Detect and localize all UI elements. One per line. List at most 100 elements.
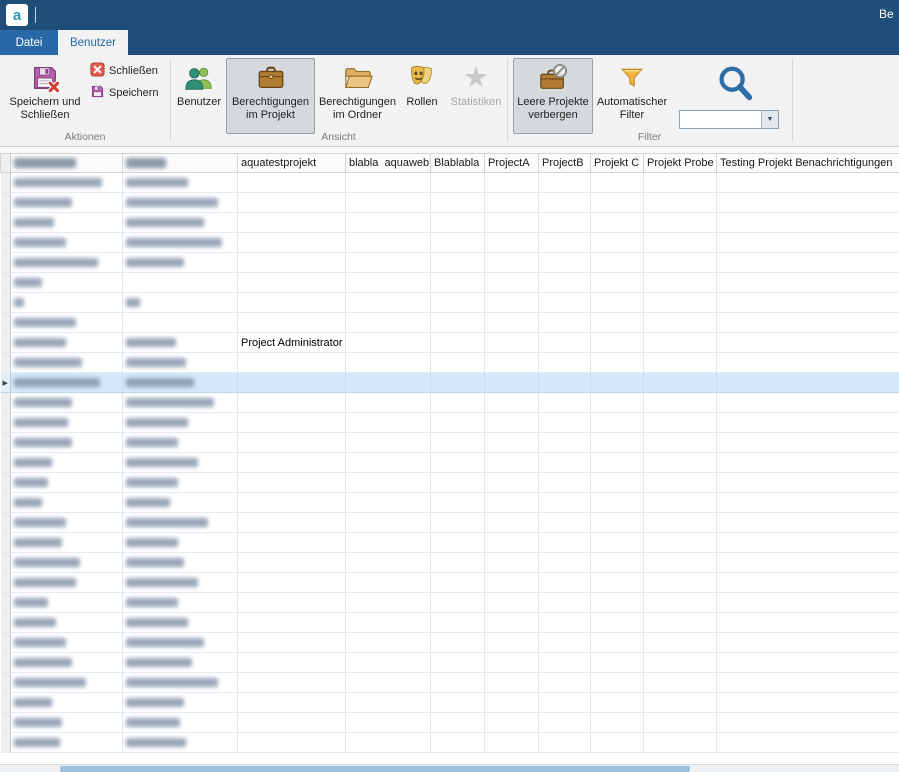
grid-cell[interactable] [591, 713, 644, 733]
grid-cell[interactable] [346, 433, 431, 453]
grid-cell[interactable] [238, 613, 346, 633]
grid-cell[interactable] [644, 573, 717, 593]
grid-cell[interactable] [717, 533, 899, 553]
grid-cell[interactable] [644, 473, 717, 493]
grid-cell[interactable] [431, 653, 485, 673]
grid-cell[interactable] [123, 173, 238, 193]
grid-cell[interactable] [11, 693, 123, 713]
grid-cell[interactable] [539, 353, 591, 373]
grid-cell[interactable] [431, 513, 485, 533]
grid-cell[interactable] [485, 193, 539, 213]
grid-cell[interactable] [346, 173, 431, 193]
grid-cell[interactable] [123, 653, 238, 673]
grid-cell[interactable] [644, 453, 717, 473]
row-indicator[interactable] [1, 533, 11, 553]
grid-cell[interactable] [485, 213, 539, 233]
grid-cell[interactable] [123, 513, 238, 533]
row-indicator[interactable] [1, 253, 11, 273]
grid-cell[interactable] [11, 473, 123, 493]
grid-cell[interactable] [346, 253, 431, 273]
grid-cell[interactable] [431, 573, 485, 593]
grid-cell[interactable] [644, 233, 717, 253]
grid-cell[interactable] [346, 273, 431, 293]
grid-cell[interactable] [717, 293, 899, 313]
grid-cell[interactable] [591, 433, 644, 453]
grid-cell[interactable] [485, 433, 539, 453]
grid-cell[interactable] [717, 233, 899, 253]
grid-cell[interactable] [485, 713, 539, 733]
grid-cell[interactable] [485, 733, 539, 753]
grid-cell[interactable] [346, 713, 431, 733]
grid-cell[interactable] [238, 593, 346, 613]
grid-cell[interactable] [123, 493, 238, 513]
grid-cell[interactable] [539, 333, 591, 353]
grid-cell[interactable] [485, 533, 539, 553]
grid-cell[interactable] [485, 373, 539, 393]
grid-cell[interactable] [591, 333, 644, 353]
grid-cell[interactable] [644, 273, 717, 293]
grid-cell[interactable] [238, 353, 346, 373]
grid-cell[interactable] [11, 213, 123, 233]
grid-cell[interactable] [11, 733, 123, 753]
grid-cell[interactable] [238, 633, 346, 653]
grid-cell[interactable] [431, 193, 485, 213]
grid-cell[interactable] [539, 493, 591, 513]
grid-cell[interactable] [123, 233, 238, 253]
grid-cell[interactable] [238, 473, 346, 493]
hide-empty-projects-button[interactable]: Leere Projekte verbergen [513, 58, 593, 134]
grid-cell[interactable] [591, 393, 644, 413]
grid-cell[interactable] [238, 493, 346, 513]
grid-cell[interactable] [11, 253, 123, 273]
grid-cell[interactable] [644, 713, 717, 733]
grid-cell[interactable] [431, 313, 485, 333]
grid-cell[interactable] [591, 733, 644, 753]
row-indicator[interactable] [1, 513, 11, 533]
grid-cell[interactable] [431, 553, 485, 573]
grid-cell[interactable] [238, 673, 346, 693]
grid-cell[interactable] [485, 673, 539, 693]
grid-cell[interactable] [11, 173, 123, 193]
grid-cell[interactable] [238, 293, 346, 313]
grid-cell[interactable] [591, 593, 644, 613]
row-indicator[interactable] [1, 333, 11, 353]
grid-cell[interactable] [431, 213, 485, 233]
grid-cell[interactable] [644, 673, 717, 693]
grid-cell[interactable] [431, 593, 485, 613]
grid-cell[interactable] [11, 533, 123, 553]
grid-cell[interactable] [431, 173, 485, 193]
grid-cell[interactable] [431, 293, 485, 313]
grid-cell[interactable] [11, 553, 123, 573]
grid-cell[interactable] [11, 393, 123, 413]
grid-cell[interactable] [123, 533, 238, 553]
grid-cell[interactable] [123, 333, 238, 353]
row-indicator[interactable] [1, 193, 11, 213]
grid-cell[interactable] [591, 673, 644, 693]
grid-cell[interactable] [11, 713, 123, 733]
grid-cell[interactable] [539, 573, 591, 593]
row-indicator[interactable] [1, 353, 11, 373]
grid-cell[interactable] [485, 593, 539, 613]
grid-cell[interactable] [238, 733, 346, 753]
row-indicator[interactable] [1, 733, 11, 753]
grid-cell[interactable] [123, 593, 238, 613]
grid-cell[interactable] [717, 653, 899, 673]
grid-cell[interactable] [539, 433, 591, 453]
grid-cell[interactable] [346, 373, 431, 393]
grid-cell[interactable] [591, 613, 644, 633]
grid-cell[interactable] [346, 633, 431, 653]
grid-cell[interactable] [591, 653, 644, 673]
grid-cell[interactable] [11, 413, 123, 433]
grid-cell[interactable] [346, 293, 431, 313]
grid-cell[interactable] [717, 433, 899, 453]
grid-cell[interactable] [717, 213, 899, 233]
grid-cell[interactable] [485, 393, 539, 413]
grid-cell[interactable] [539, 213, 591, 233]
grid-cell[interactable] [238, 573, 346, 593]
grid-cell[interactable] [717, 493, 899, 513]
grid-cell[interactable] [591, 273, 644, 293]
grid-cell[interactable] [591, 173, 644, 193]
grid-cell[interactable] [485, 553, 539, 573]
grid-cell[interactable] [591, 373, 644, 393]
grid-cell[interactable] [539, 673, 591, 693]
grid-cell[interactable] [539, 313, 591, 333]
